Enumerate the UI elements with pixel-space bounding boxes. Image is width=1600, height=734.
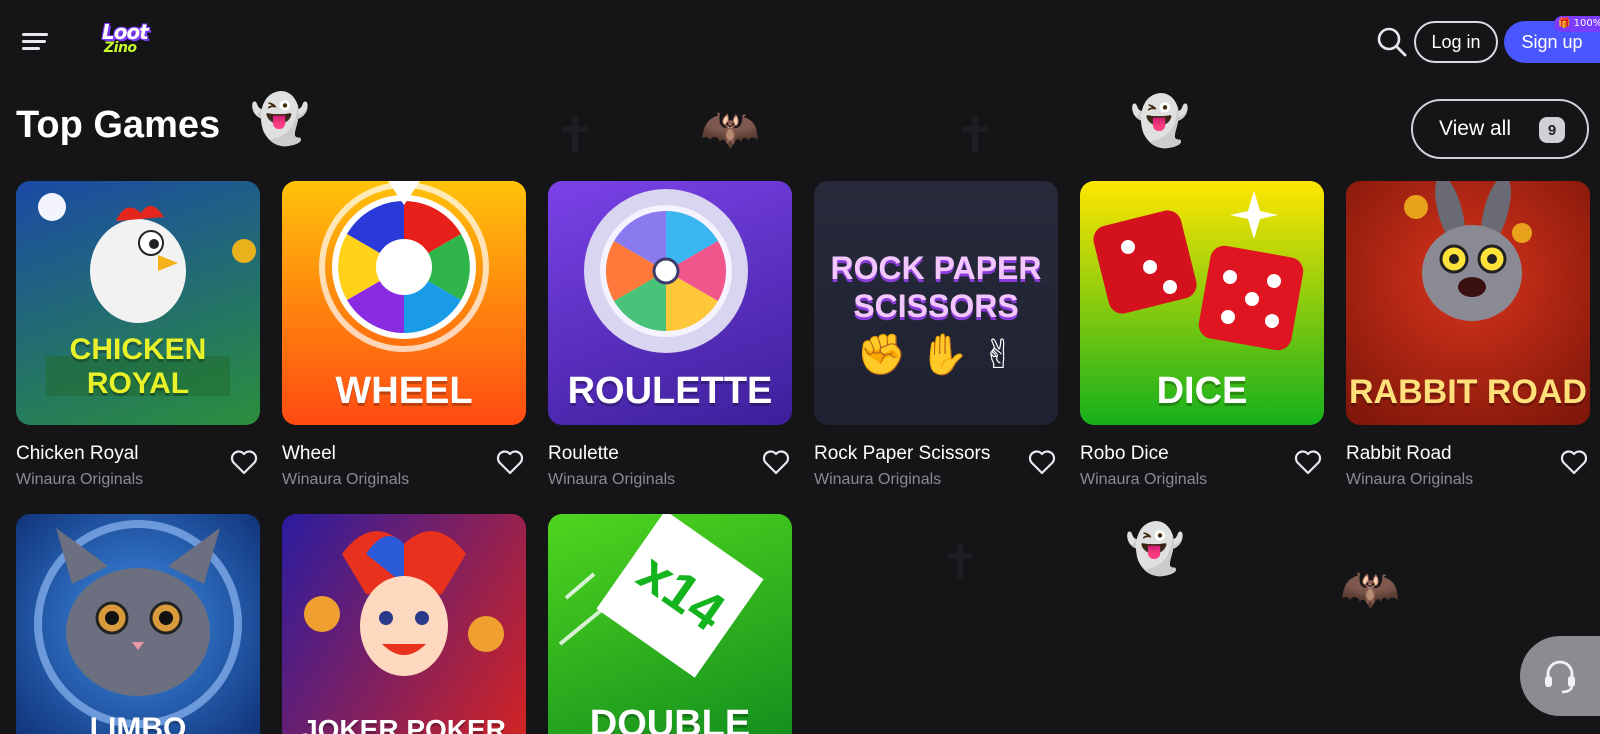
background-ghost-icon: 👻 xyxy=(250,91,310,147)
top-header: Loot Zino Log in Sign up 🎁 100% xyxy=(0,0,1600,84)
game-title[interactable]: Roulette xyxy=(548,443,619,465)
game-thumbnail[interactable]: LIMBO xyxy=(16,514,260,734)
heart-icon[interactable] xyxy=(230,449,258,475)
game-card: DICE Robo Dice Winaura Originals xyxy=(1080,181,1324,488)
background-bat-icon: 🦇 xyxy=(1340,561,1400,617)
game-art-title: LIMBO xyxy=(89,712,187,734)
game-card: CHICKEN ROYAL Chicken Royal Winaura Orig… xyxy=(16,181,260,488)
game-provider: Winaura Originals xyxy=(1080,471,1208,488)
game-art-title: WHEEL xyxy=(335,370,473,412)
cat-astronaut-art xyxy=(34,520,242,728)
game-art-title: ROCK PAPER SCISSORS xyxy=(830,250,1042,324)
game-provider: Winaura Originals xyxy=(814,471,942,488)
background-cross-icon: ✝ xyxy=(555,108,596,164)
menu-icon-line xyxy=(22,47,40,50)
heart-icon[interactable] xyxy=(1294,449,1322,475)
game-thumbnail[interactable]: x14 DOUBLE xyxy=(548,514,792,734)
game-art-title: JOKER POKER xyxy=(302,714,506,734)
game-thumbnail[interactable]: DICE xyxy=(1080,181,1324,425)
menu-icon-line xyxy=(22,40,46,43)
joker-art xyxy=(304,531,504,676)
background-bat-icon: 🦇 xyxy=(700,101,760,157)
hand-gestures-art: ✊ ✋ ✌ xyxy=(856,332,1016,378)
background-cross-icon: ✝ xyxy=(940,535,981,591)
game-thumbnail[interactable]: JOKER POKER xyxy=(282,514,526,734)
background-cross-icon: ✝ xyxy=(955,108,996,164)
view-all-count-badge: 9 xyxy=(1539,117,1565,143)
game-art-title: RABBIT ROAD xyxy=(1349,373,1587,411)
view-all-label: View all xyxy=(1439,117,1511,140)
game-card: ROCK PAPER SCISSORS ✊ ✋ ✌ Rock Paper Sci… xyxy=(814,181,1058,488)
game-provider: Winaura Originals xyxy=(548,471,676,488)
view-all-button[interactable]: View all 9 xyxy=(1411,99,1589,159)
game-thumbnail[interactable]: CHICKEN ROYAL xyxy=(16,181,260,425)
game-provider: Winaura Originals xyxy=(16,471,144,488)
game-card: x14 DOUBLE xyxy=(548,514,792,734)
heart-icon[interactable] xyxy=(1560,449,1588,475)
game-title[interactable]: Rabbit Road xyxy=(1346,443,1452,465)
game-card: LIMBO xyxy=(16,514,260,734)
game-provider: Winaura Originals xyxy=(1346,471,1474,488)
game-card: JOKER POKER xyxy=(282,514,526,734)
game-art-title: DICE xyxy=(1156,370,1248,412)
game-title[interactable]: Wheel xyxy=(282,443,336,465)
logo-text-bottom: Zino xyxy=(104,40,137,56)
game-thumbnail[interactable]: RABBIT ROAD xyxy=(1346,181,1590,425)
headset-icon xyxy=(1545,660,1575,694)
bonus-badge: 🎁 100% xyxy=(1554,16,1600,32)
game-thumbnail[interactable]: ROULETTE xyxy=(548,181,792,425)
game-art-title: ROULETTE xyxy=(567,370,773,412)
menu-icon-line xyxy=(22,33,48,36)
game-title[interactable]: Rock Paper Scissors xyxy=(814,443,990,465)
site-logo[interactable]: Loot Zino xyxy=(100,20,170,60)
background-ghost-icon: 👻 xyxy=(1130,93,1190,149)
game-card: RABBIT ROAD Rabbit Road Winaura Original… xyxy=(1346,181,1590,488)
page-title: Top Games xyxy=(16,104,221,146)
game-card: WHEEL Wheel Winaura Originals xyxy=(282,181,526,488)
game-art-title: DOUBLE xyxy=(589,703,751,734)
game-art-title: CHICKEN ROYAL xyxy=(69,333,207,400)
heart-icon[interactable] xyxy=(762,449,790,475)
heart-icon[interactable] xyxy=(1028,449,1056,475)
game-thumbnail[interactable]: WHEEL xyxy=(282,181,526,425)
game-title[interactable]: Robo Dice xyxy=(1080,443,1169,465)
background-ghost-icon: 👻 xyxy=(1125,521,1185,577)
menu-icon[interactable] xyxy=(22,30,50,54)
game-provider: Winaura Originals xyxy=(282,471,410,488)
heart-icon[interactable] xyxy=(496,449,524,475)
search-icon[interactable] xyxy=(1376,26,1408,58)
game-card: ROULETTE Roulette Winaura Originals xyxy=(548,181,792,488)
support-button[interactable] xyxy=(1520,636,1600,716)
game-thumbnail[interactable]: ROCK PAPER SCISSORS ✊ ✋ ✌ xyxy=(814,181,1058,425)
login-button[interactable]: Log in xyxy=(1414,21,1498,63)
double-art: x14 xyxy=(558,514,764,678)
game-title[interactable]: Chicken Royal xyxy=(16,443,139,465)
